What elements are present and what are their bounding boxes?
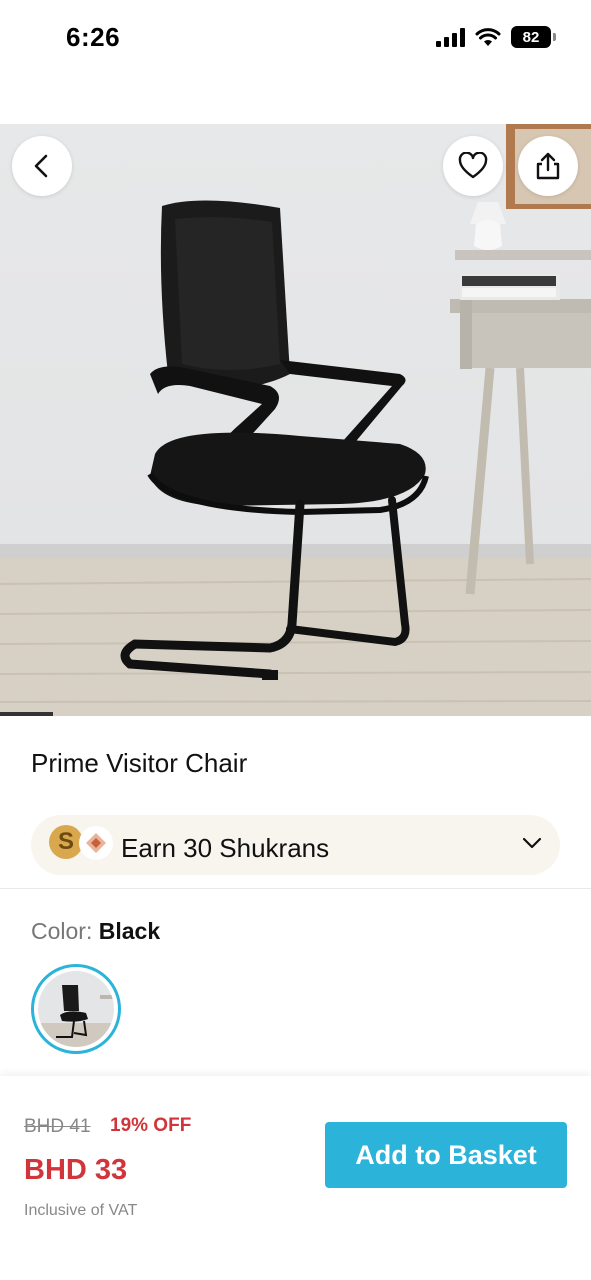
- status-bar: 6:26 82: [0, 0, 591, 80]
- share-icon: [536, 152, 560, 180]
- back-button[interactable]: [12, 136, 72, 196]
- original-price: BHD 41: [24, 1116, 91, 1137]
- product-image: [0, 124, 591, 716]
- wishlist-button[interactable]: [443, 136, 503, 196]
- color-swatch-thumbnail: [38, 971, 114, 1047]
- shukran-text: Earn 30 Shukrans: [121, 833, 330, 863]
- product-title: Prime Visitor Chair: [31, 748, 248, 778]
- battery-level: 82: [522, 28, 540, 46]
- chevron-down-icon[interactable]: [522, 833, 542, 853]
- wifi-icon: [475, 28, 501, 46]
- sale-price: BHD 33: [24, 1154, 128, 1186]
- divider: [0, 888, 591, 889]
- add-to-basket-button[interactable]: Add to Basket: [325, 1122, 567, 1188]
- chevron-left-icon: [34, 154, 48, 178]
- status-time: 6:26: [66, 22, 121, 52]
- discount-badge: 19% OFF: [110, 1115, 192, 1136]
- color-swatch-black[interactable]: [31, 964, 121, 1054]
- vat-note: Inclusive of VAT: [24, 1202, 138, 1219]
- battery-icon: 82: [511, 26, 556, 48]
- color-label: Color:: [31, 918, 93, 944]
- heart-icon: [458, 152, 488, 179]
- color-selector-label: Color: Black: [31, 918, 160, 945]
- product-image-gallery[interactable]: [0, 124, 591, 716]
- diamond-icon: [79, 826, 113, 860]
- status-icons: 82: [436, 26, 556, 48]
- shukran-rewards-banner[interactable]: S Earn 30 Shukrans: [31, 815, 560, 875]
- signal-icon: [436, 27, 465, 47]
- shukran-coin-icon: S: [49, 825, 83, 859]
- gallery-progress: [0, 712, 591, 716]
- gallery-progress-fill: [0, 712, 54, 716]
- checkout-bar: BHD 41 19% OFF BHD 33 Inclusive of VAT A…: [0, 1076, 591, 1280]
- share-button[interactable]: [518, 136, 578, 196]
- color-value: Black: [98, 918, 161, 944]
